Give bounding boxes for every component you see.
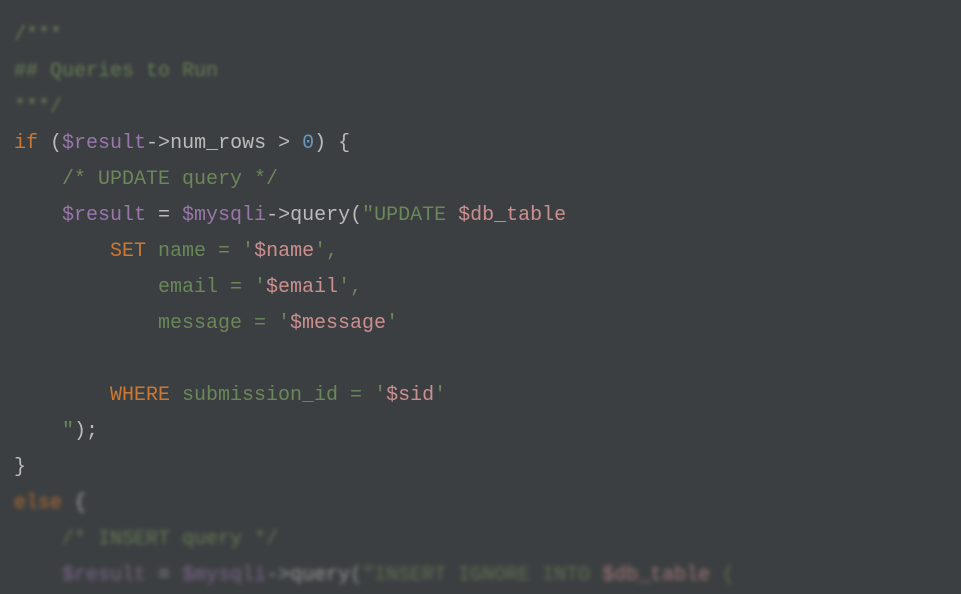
code-line[interactable]: WHERE submission_id = '$sid' <box>14 378 947 414</box>
paren-open: ( <box>350 204 362 227</box>
gt-operator: > <box>266 132 302 155</box>
string-insert: "INSERT IGNORE INTO <box>362 564 602 587</box>
paren-close-semi: ); <box>74 420 98 443</box>
property-numrows: num_rows <box>170 132 266 155</box>
code-line[interactable]: } <box>14 450 947 486</box>
string-col-sid: submission_id = ' <box>170 384 386 407</box>
string-var-message: $message <box>290 312 386 335</box>
code-line-empty[interactable] <box>14 342 947 378</box>
variable-mysqli: $mysqli <box>182 204 266 227</box>
code-line[interactable]: /* UPDATE query */ <box>14 162 947 198</box>
string-col-name: name = ' <box>146 240 254 263</box>
arrow-operator: -> <box>266 564 290 587</box>
indent <box>14 564 62 587</box>
brace-open: { <box>62 492 86 515</box>
code-line[interactable]: "); <box>14 414 947 450</box>
code-line[interactable]: ***/ <box>14 90 947 126</box>
indent <box>14 204 62 227</box>
string-var-name: $name <box>254 240 314 263</box>
variable-result: $result <box>62 564 146 587</box>
code-line[interactable]: SET name = '$name', <box>14 234 947 270</box>
paren-open: ( <box>38 132 62 155</box>
number-zero: 0 <box>302 132 314 155</box>
indent <box>14 384 110 407</box>
comment-insert: /* INSERT query */ <box>14 528 278 551</box>
string-var-email: $email <box>266 276 338 299</box>
keyword-where: WHERE <box>110 384 170 407</box>
string-var-sid: $sid <box>386 384 434 407</box>
string-col-message: message = ' <box>14 312 290 335</box>
string-end: ', <box>338 276 362 299</box>
string-end: ', <box>314 240 338 263</box>
arrow-operator: -> <box>266 204 290 227</box>
string-var-dbtable: $db_table <box>458 204 566 227</box>
variable-result: $result <box>62 132 146 155</box>
string-update: "UPDATE <box>362 204 458 227</box>
variable-mysqli: $mysqli <box>182 564 266 587</box>
keyword-else: else <box>14 492 62 515</box>
code-line[interactable]: ## Queries to Run <box>14 54 947 90</box>
string-paren: ( <box>710 564 734 587</box>
assign-operator: = <box>146 204 182 227</box>
code-line[interactable]: if ($result->num_rows > 0) { <box>14 126 947 162</box>
string-var-dbtable: $db_table <box>602 564 710 587</box>
paren-open: ( <box>350 564 362 587</box>
keyword-set: SET <box>110 240 146 263</box>
comment-update: /* UPDATE query */ <box>14 168 278 191</box>
string-col-email: email = ' <box>14 276 266 299</box>
code-line[interactable]: /*** <box>14 18 947 54</box>
method-query: query <box>290 204 350 227</box>
code-line[interactable]: email = '$email', <box>14 270 947 306</box>
code-line[interactable]: $result = $mysqli->query("UPDATE $db_tab… <box>14 198 947 234</box>
brace-close: } <box>14 456 26 479</box>
string-close: " <box>14 420 74 443</box>
method-query: query <box>290 564 350 587</box>
string-end: ' <box>434 384 446 407</box>
variable-result: $result <box>62 204 146 227</box>
code-line[interactable]: else { <box>14 486 947 522</box>
code-line[interactable]: /* INSERT query */ <box>14 522 947 558</box>
keyword-if: if <box>14 132 38 155</box>
assign-operator: = <box>146 564 182 587</box>
comment-text: ***/ <box>14 96 62 119</box>
code-line[interactable]: $result = $mysqli->query("INSERT IGNORE … <box>14 558 947 594</box>
paren-close-brace: ) { <box>314 132 350 155</box>
indent <box>14 240 110 263</box>
arrow-operator: -> <box>146 132 170 155</box>
code-line[interactable]: message = '$message' <box>14 306 947 342</box>
string-end: ' <box>386 312 398 335</box>
comment-text: ## Queries to Run <box>14 60 218 83</box>
comment-text: /*** <box>14 24 62 47</box>
